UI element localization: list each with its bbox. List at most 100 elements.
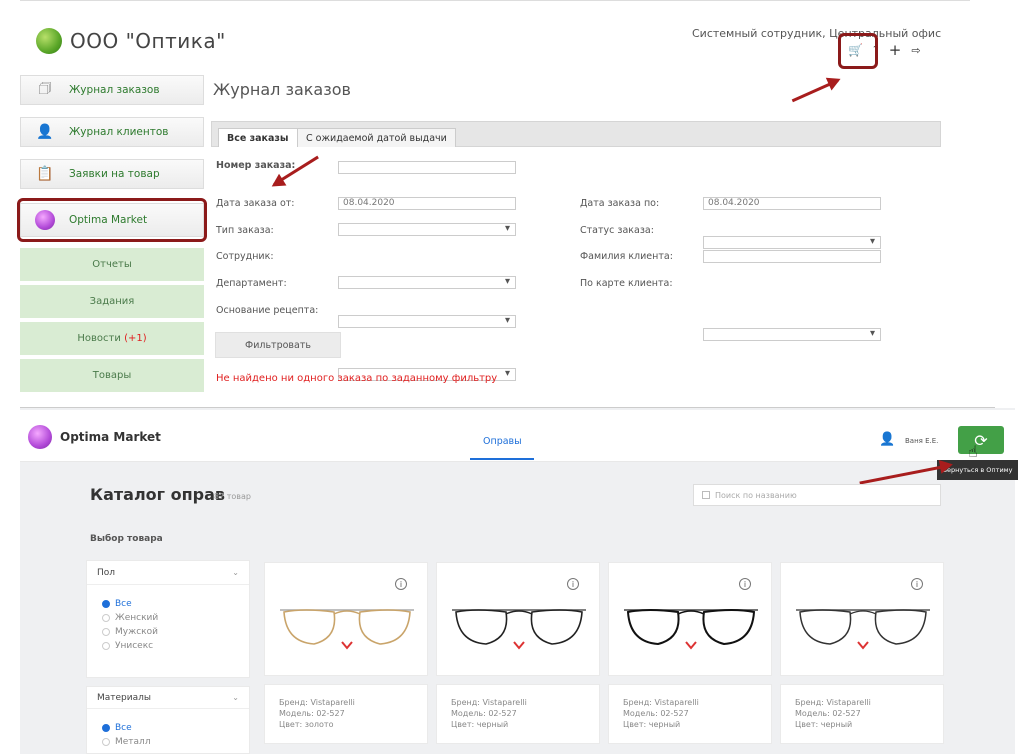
company-logo: ООО "Оптика"	[36, 28, 226, 54]
tab-all-orders[interactable]: Все заказы	[218, 128, 298, 147]
return-button[interactable]: ⟳	[958, 426, 1004, 454]
tab-expected-date[interactable]: С ожидаемой датой выдачи	[297, 128, 456, 147]
radio-dot	[102, 628, 110, 636]
product-info[interactable]: Бренд: Vistaparelli Модель: 02-527 Цвет:…	[780, 684, 944, 744]
filter-button[interactable]: Фильтровать	[215, 332, 341, 358]
radio-dot	[102, 600, 110, 608]
radio-dot	[102, 724, 110, 732]
select-heading: Выбор товара	[90, 534, 163, 544]
sidebar-link-news[interactable]: Новости (+1)	[20, 322, 204, 355]
tab-frames-underline	[470, 458, 534, 460]
radio-label: Женский	[115, 613, 159, 623]
order-type-select[interactable]	[338, 223, 516, 236]
product-model: Модель: 02-527	[623, 709, 689, 718]
logout-icon[interactable]: ⇨	[911, 44, 920, 57]
product-color: Цвет: золото	[279, 720, 334, 729]
sidebar-link-tasks[interactable]: Задания	[20, 285, 204, 318]
link-label: Отчеты	[92, 259, 132, 270]
info-icon[interactable]: i	[911, 578, 923, 590]
user-avatar-icon: 👤	[879, 432, 896, 447]
optima-market-logo-icon	[28, 425, 52, 449]
link-label: Задания	[89, 296, 135, 307]
search-checkbox-icon	[702, 491, 710, 499]
product-info[interactable]: Бренд: Vistaparelli Модель: 02-527 Цвет:…	[264, 684, 428, 744]
radio-material-metal[interactable]: Металл	[102, 735, 249, 749]
clients-journal-icon: 👤	[36, 124, 54, 140]
product-info[interactable]: Бренд: Vistaparelli Модель: 02-527 Цвет:…	[608, 684, 772, 744]
department-select[interactable]	[338, 315, 516, 328]
label-client-card: По карте клиента:	[580, 278, 673, 289]
radio-label: Все	[115, 723, 132, 733]
radio-label: Все	[115, 599, 132, 609]
product-model: Модель: 02-527	[795, 709, 861, 718]
radio-gender-female[interactable]: Женский	[102, 611, 249, 625]
materials-title: Материалы	[97, 692, 151, 703]
label-order-status: Статус заказа:	[580, 225, 654, 236]
gender-filter-header[interactable]: Пол ⌄	[87, 561, 249, 585]
materials-filter-header[interactable]: Материалы ⌄	[87, 687, 249, 709]
client-surname-input[interactable]	[703, 250, 881, 263]
radio-label: Мужской	[115, 627, 158, 637]
gender-filter: Пол ⌄ Все Женский Мужской Унисекс	[86, 560, 250, 678]
tab-frames[interactable]: Оправы	[483, 436, 522, 447]
info-icon[interactable]: i	[739, 578, 751, 590]
label-order-type: Тип заказа:	[216, 225, 274, 236]
date-to-input[interactable]: 08.04.2020	[703, 197, 881, 210]
client-card-select[interactable]	[703, 328, 881, 341]
glasses-image	[280, 609, 414, 650]
product-color: Цвет: черный	[623, 720, 681, 729]
company-name: ООО "Оптика"	[70, 29, 226, 53]
search-box[interactable]: Поиск по названию	[693, 484, 941, 506]
sidebar-item-label: Журнал клиентов	[69, 126, 169, 138]
sidebar-item-orders[interactable]: 🗇 Журнал заказов	[20, 75, 204, 105]
sidebar-link-products[interactable]: Товары	[20, 359, 204, 392]
radio-gender-male[interactable]: Мужской	[102, 625, 249, 639]
requests-icon: 📋	[36, 166, 54, 182]
news-badge: (+1)	[124, 333, 147, 344]
market-user-name: Ваня Е.Е.	[905, 437, 939, 445]
label-date-to: Дата заказа по:	[580, 198, 660, 209]
date-from-input[interactable]: 08.04.2020	[338, 197, 516, 210]
radio-gender-unisex[interactable]: Унисекс	[102, 639, 249, 653]
link-label: Новости	[77, 333, 121, 344]
materials-filter: Материалы ⌄ Все Металл	[86, 686, 250, 754]
product-info[interactable]: Бренд: Vistaparelli Модель: 02-527 Цвет:…	[436, 684, 600, 744]
user-label: Системный сотрудник, Центральный офис	[692, 27, 942, 40]
chevron-down-icon: ⌄	[232, 568, 239, 577]
product-model: Модель: 02-527	[279, 709, 345, 718]
info-icon[interactable]: i	[567, 578, 579, 590]
glasses-image	[624, 609, 758, 650]
sidebar-item-requests[interactable]: 📋 Заявки на товар	[20, 159, 204, 189]
radio-label: Унисекс	[115, 641, 154, 651]
label-client-surname: Фамилия клиента:	[580, 251, 673, 262]
market-brand: Optima Market	[28, 425, 161, 449]
radio-gender-all[interactable]: Все	[102, 597, 249, 611]
order-status-select[interactable]	[703, 236, 881, 249]
catalog-title: Каталог оправ	[90, 485, 226, 504]
order-number-input[interactable]	[338, 161, 516, 174]
optima-market-highlight	[17, 198, 207, 242]
not-found-message: Не найдено ни одного заказа по заданному…	[216, 373, 498, 384]
product-color: Цвет: черный	[451, 720, 509, 729]
radio-label: Металл	[115, 737, 151, 747]
employee-select[interactable]	[338, 276, 516, 289]
product-brand: Бренд: Vistaparelli	[279, 698, 355, 707]
info-icon[interactable]: i	[395, 578, 407, 590]
label-date-from: Дата заказа от:	[216, 198, 295, 209]
sidebar-item-clients[interactable]: 👤 Журнал клиентов	[20, 117, 204, 147]
sidebar-item-label: Заявки на товар	[69, 168, 160, 180]
glasses-image	[796, 609, 930, 650]
cursor-hand-icon: ☝	[968, 442, 978, 461]
glasses-image	[452, 609, 586, 650]
arrow-cart	[791, 79, 839, 103]
radio-dot	[102, 738, 110, 746]
plus-icon[interactable]: +	[889, 41, 902, 59]
product-brand: Бренд: Vistaparelli	[451, 698, 527, 707]
market-brand-name: Optima Market	[60, 430, 161, 444]
label-order-number: Номер заказа:	[216, 160, 296, 171]
product-brand: Бренд: Vistaparelli	[795, 698, 871, 707]
product-brand: Бренд: Vistaparelli	[623, 698, 699, 707]
sidebar-link-reports[interactable]: Отчеты	[20, 248, 204, 281]
radio-material-all[interactable]: Все	[102, 721, 249, 735]
link-label: Товары	[92, 370, 132, 381]
